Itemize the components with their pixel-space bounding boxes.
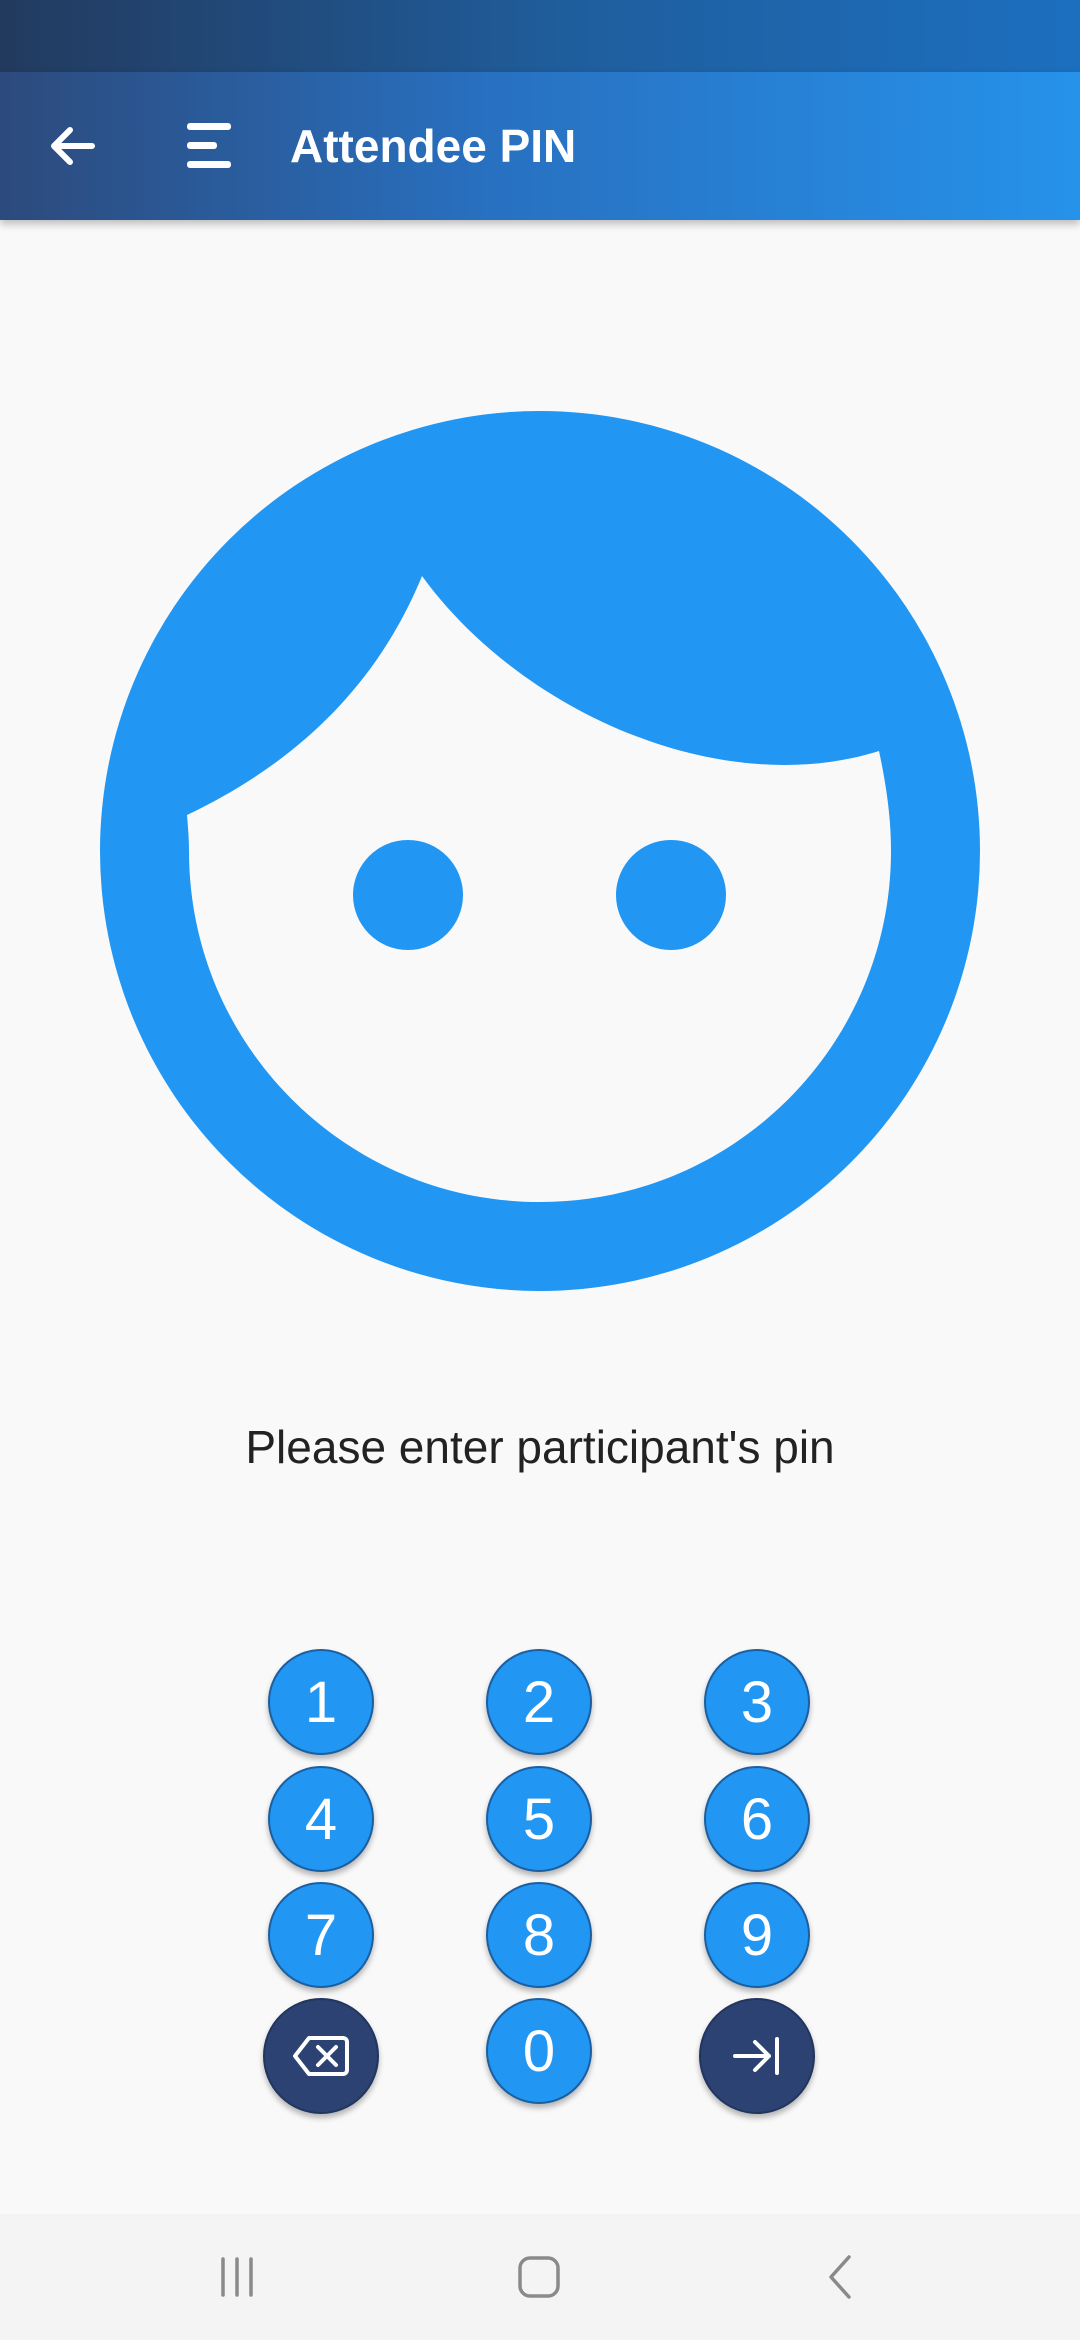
- page-title: Attendee PIN: [290, 120, 577, 172]
- home-icon: [518, 2256, 560, 2298]
- submit-arrow-icon: [733, 2037, 779, 2075]
- key-0[interactable]: 0: [486, 1998, 592, 2104]
- key-8[interactable]: 8: [486, 1882, 592, 1988]
- status-bar: [0, 0, 1080, 72]
- key-2[interactable]: 2: [486, 1649, 592, 1755]
- pin-prompt: Please enter participant's pin: [245, 1421, 835, 1473]
- arrow-back-icon: [51, 127, 95, 165]
- system-nav-bar: [0, 2214, 1080, 2340]
- app-bar: Attendee PIN: [0, 72, 1080, 220]
- menu-icon: [187, 123, 231, 168]
- backspace-icon: [293, 2036, 349, 2076]
- home-button[interactable]: [489, 2227, 589, 2327]
- recents-icon: [221, 2257, 253, 2297]
- submit-button[interactable]: [699, 1998, 815, 2114]
- key-6[interactable]: 6: [704, 1766, 810, 1872]
- recents-button[interactable]: [187, 2227, 287, 2327]
- face-icon: [100, 411, 980, 1291]
- back-button[interactable]: [22, 96, 122, 196]
- backspace-button[interactable]: [263, 1998, 379, 2114]
- key-9[interactable]: 9: [704, 1882, 810, 1988]
- key-1[interactable]: 1: [268, 1649, 374, 1755]
- key-7[interactable]: 7: [268, 1882, 374, 1988]
- nav-back-button[interactable]: [791, 2227, 891, 2327]
- menu-button[interactable]: [160, 96, 260, 196]
- nav-back-icon: [829, 2255, 851, 2299]
- key-3[interactable]: 3: [704, 1649, 810, 1755]
- key-5[interactable]: 5: [486, 1766, 592, 1872]
- key-4[interactable]: 4: [268, 1766, 374, 1872]
